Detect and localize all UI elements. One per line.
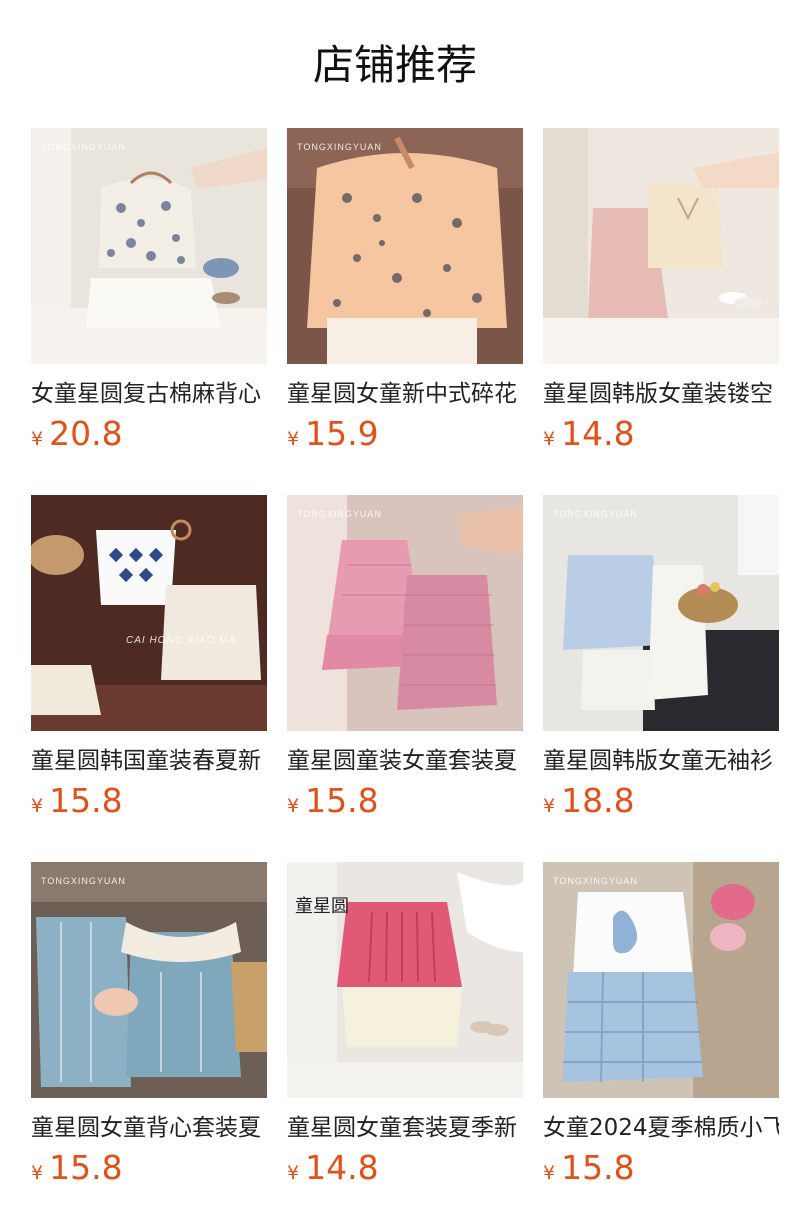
product-photo-icon <box>543 862 779 1098</box>
product-price: ¥20.8 <box>31 414 267 454</box>
product-price: ¥15.8 <box>31 781 267 821</box>
product-photo-icon <box>543 495 779 731</box>
product-card[interactable]: TONGXINGYUAN 女童星圆复古棉麻背心 ¥20.8 <box>31 128 267 454</box>
price-value: 14.8 <box>561 414 635 453</box>
product-card[interactable]: TONGXINGYUAN 童星圆童装女童套装夏 ¥15.8 <box>287 495 523 821</box>
currency-symbol: ¥ <box>31 428 44 450</box>
product-price: ¥15.9 <box>287 414 523 454</box>
product-name[interactable]: 童星圆女童套装夏季新 <box>287 1112 523 1144</box>
product-name[interactable]: 童星圆女童新中式碎花 <box>287 378 523 410</box>
product-image[interactable]: CAI HONG XIAO MA <box>31 495 267 731</box>
product-name[interactable]: 童星圆韩国童装春夏新 <box>31 745 267 777</box>
watermark-text: TONGXINGYUAN <box>41 142 126 152</box>
product-photo-icon <box>31 862 267 1098</box>
product-name[interactable]: 童星圆女童背心套装夏 <box>31 1112 267 1144</box>
product-price: ¥14.8 <box>287 1148 523 1188</box>
product-image[interactable]: TONGXINGYUAN <box>31 128 267 364</box>
product-price: ¥18.8 <box>543 781 779 821</box>
product-photo-icon <box>543 128 779 364</box>
watermark-text: TONGXINGYUAN <box>297 509 382 519</box>
product-image[interactable]: TONGXINGYUAN <box>287 495 523 731</box>
product-name[interactable]: 童星圆童装女童套装夏 <box>287 745 523 777</box>
product-price: ¥14.8 <box>543 414 779 454</box>
product-image[interactable]: 童星圆 <box>287 862 523 1098</box>
product-image[interactable]: TONGXINGYUAN <box>543 495 779 731</box>
currency-symbol: ¥ <box>287 428 300 450</box>
price-value: 20.8 <box>49 414 123 453</box>
shop-recommend-page: 店铺推荐 TONGXINGYUAN 女童星圆复古棉麻背心 ¥ 20.8 TONG… <box>0 0 790 1230</box>
currency-symbol: ¥ <box>31 1162 44 1184</box>
product-card[interactable]: CAI HONG XIAO MA 童星圆韩国童装春夏新 ¥15.8 <box>31 495 267 821</box>
price-value: 14.8 <box>305 1148 379 1187</box>
product-card[interactable]: 童星圆韩版女童装镂空 ¥14.8 <box>543 128 779 454</box>
currency-symbol: ¥ <box>287 795 300 817</box>
currency-symbol: ¥ <box>31 795 44 817</box>
price-value: 15.8 <box>561 1148 635 1187</box>
price-value: 15.9 <box>305 414 379 453</box>
watermark-text: TONGXINGYUAN <box>553 509 638 519</box>
product-price: ¥15.8 <box>31 1148 267 1188</box>
watermark-text: TONGXINGYUAN <box>553 876 638 886</box>
product-name[interactable]: 女童星圆复古棉麻背心 <box>31 378 267 410</box>
product-price: ¥15.8 <box>287 781 523 821</box>
page-title: 店铺推荐 <box>313 41 477 89</box>
product-photo-icon <box>31 495 267 731</box>
product-name[interactable]: 童星圆韩版女童无袖衫 <box>543 745 779 777</box>
product-card[interactable]: 童星圆 童星圆女童套装夏季新 ¥14.8 <box>287 862 523 1188</box>
currency-symbol: ¥ <box>543 1162 556 1184</box>
watermark-text: CAI HONG XIAO MA <box>126 635 236 646</box>
product-name[interactable]: 女童2024夏季棉质小飞 <box>543 1112 779 1144</box>
watermark-text: TONGXINGYUAN <box>41 876 126 886</box>
watermark-text: TONGXINGYUAN <box>297 142 382 152</box>
product-image[interactable]: TONGXINGYUAN <box>543 862 779 1098</box>
price-value: 15.8 <box>49 781 123 820</box>
price-value: 18.8 <box>561 781 635 820</box>
product-card[interactable]: TONGXINGYUAN 童星圆女童背心套装夏 ¥15.8 <box>31 862 267 1188</box>
product-card[interactable]: TONGXINGYUAN 童星圆韩版女童无袖衫 ¥18.8 <box>543 495 779 821</box>
product-photo-icon <box>31 128 267 364</box>
currency-symbol: ¥ <box>287 1162 300 1184</box>
watermark-text: 童星圆 <box>295 896 349 916</box>
product-card[interactable]: TONGXINGYUAN 女童2024夏季棉质小飞 ¥15.8 <box>543 862 779 1188</box>
currency-symbol: ¥ <box>543 795 556 817</box>
price-value: 15.8 <box>49 1148 123 1187</box>
product-price: ¥15.8 <box>543 1148 779 1188</box>
product-image[interactable]: TONGXINGYUAN <box>31 862 267 1098</box>
product-photo-icon <box>287 128 523 364</box>
product-image[interactable]: TONGXINGYUAN <box>287 128 523 364</box>
price-value: 15.8 <box>305 781 379 820</box>
product-card[interactable]: TONGXINGYUAN 童星圆女童新中式碎花 ¥15.9 <box>287 128 523 454</box>
product-image[interactable] <box>543 128 779 364</box>
product-name[interactable]: 童星圆韩版女童装镂空 <box>543 378 779 410</box>
product-photo-icon <box>287 495 523 731</box>
currency-symbol: ¥ <box>543 428 556 450</box>
